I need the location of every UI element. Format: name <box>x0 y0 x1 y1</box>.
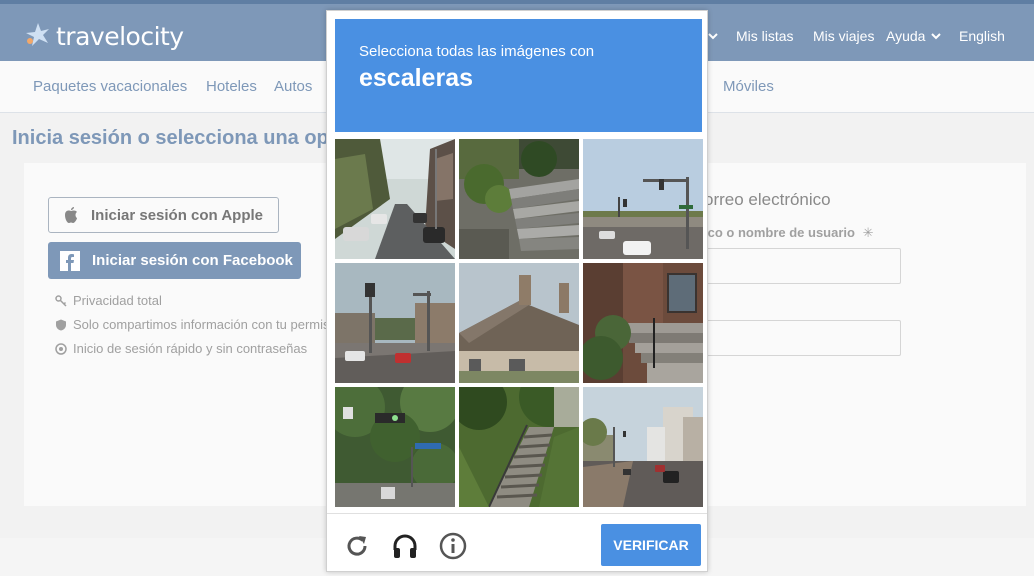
captcha-tile-8[interactable] <box>459 387 579 507</box>
facebook-icon <box>60 250 80 271</box>
email-input[interactable] <box>704 248 901 284</box>
reload-icon[interactable] <box>343 532 371 560</box>
steps-image <box>583 263 703 383</box>
captcha-image-grid <box>335 139 703 507</box>
key-icon <box>55 294 67 307</box>
benefit-item: Solo compartimos información con tu perm… <box>55 317 330 332</box>
subnav-item-mobile[interactable]: Móviles <box>723 78 774 95</box>
password-input[interactable] <box>704 320 901 356</box>
benefit-label: Privacidad total <box>73 293 162 308</box>
travelocity-logo[interactable]: travelocity <box>24 18 184 54</box>
stairs-image <box>459 387 579 507</box>
target-icon <box>55 342 67 355</box>
captcha-tile-9[interactable] <box>583 387 703 507</box>
my-trips-link[interactable]: Mis viajes <box>813 28 874 44</box>
subnav-item-hotels[interactable]: Hoteles <box>206 78 257 95</box>
facebook-signin-label: Iniciar sesión con Facebook <box>92 252 293 269</box>
benefit-item: Privacidad total <box>55 293 162 308</box>
subnav-item-cars[interactable]: Autos <box>274 78 312 95</box>
page-title: Inicia sesión o selecciona una op <box>12 127 329 149</box>
captcha-footer: VERIFICAR <box>327 513 707 571</box>
house-image <box>459 263 579 383</box>
traffic-signal-image <box>335 387 455 507</box>
captcha-tile-6[interactable] <box>583 263 703 383</box>
captcha-tile-2[interactable] <box>459 139 579 259</box>
apple-signin-button[interactable]: Iniciar sesión con Apple <box>48 197 279 233</box>
my-lists-link[interactable]: Mis listas <box>736 28 794 44</box>
captcha-tile-5[interactable] <box>459 263 579 383</box>
captcha-dialog: Selecciona todas las imágenes con escale… <box>326 10 708 572</box>
intersection-image <box>583 139 703 259</box>
benefit-label: Inicio de sesión rápido y sin contraseña… <box>73 341 308 356</box>
required-marker: ✳ <box>862 225 874 240</box>
verify-button[interactable]: VERIFICAR <box>601 524 701 566</box>
benefit-label: Solo compartimos información con tu perm… <box>73 317 330 332</box>
captcha-tile-3[interactable] <box>583 139 703 259</box>
info-icon[interactable] <box>439 532 467 560</box>
logo-star-icon <box>26 23 49 46</box>
apple-signin-label: Iniciar sesión con Apple <box>91 206 263 224</box>
chevron-down-icon[interactable] <box>930 31 942 41</box>
captcha-tile-1[interactable] <box>335 139 455 259</box>
street-image <box>583 387 703 507</box>
subnav-item-packages[interactable]: Paquetes vacacionales <box>33 78 187 95</box>
help-menu[interactable]: Ayuda <box>886 28 925 44</box>
stairs-image <box>459 139 579 259</box>
street-image <box>335 139 455 259</box>
audio-headphones-icon[interactable] <box>391 532 419 560</box>
chevron-down-icon[interactable] <box>707 31 719 41</box>
logo-text: travelocity <box>56 21 184 51</box>
facebook-signin-button[interactable]: Iniciar sesión con Facebook <box>48 242 301 279</box>
benefit-item: Inicio de sesión rápido y sin contraseña… <box>55 341 307 356</box>
shield-icon <box>56 319 66 330</box>
email-field-label: ico o nombre de usuario ✳ <box>704 225 874 241</box>
email-label-text: ico o nombre de usuario <box>704 225 855 240</box>
email-signin-heading: orreo electrónico <box>704 190 831 209</box>
captcha-tile-7[interactable] <box>335 387 455 507</box>
apple-icon <box>65 207 77 223</box>
language-link[interactable]: English <box>959 28 1005 44</box>
intersection-image <box>335 263 455 383</box>
captcha-prompt: Selecciona todas las imágenes con <box>359 43 595 60</box>
captcha-target-word: escaleras <box>359 64 474 92</box>
captcha-header: Selecciona todas las imágenes con escale… <box>335 19 702 132</box>
captcha-tile-4[interactable] <box>335 263 455 383</box>
